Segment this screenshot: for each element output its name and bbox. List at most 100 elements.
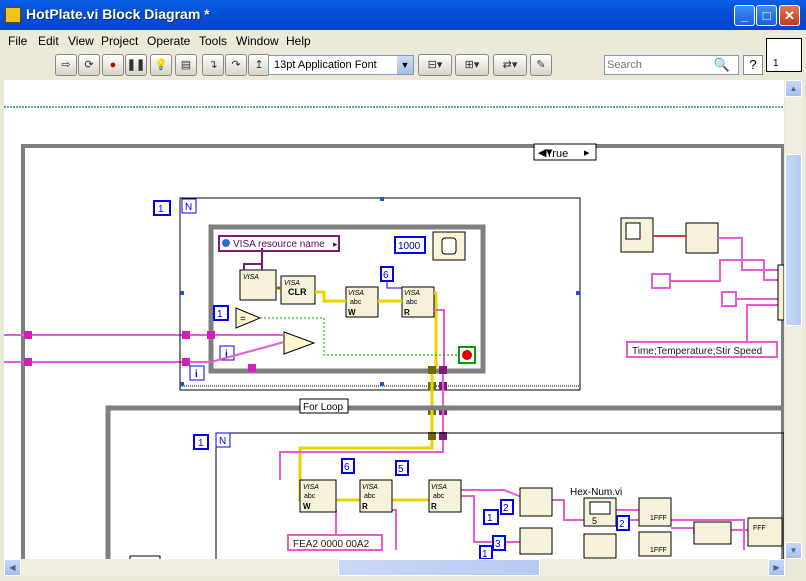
svg-text:VISA: VISA: [348, 290, 364, 297]
svg-text:R: R: [431, 502, 437, 511]
pause-icon[interactable]: ❚❚: [125, 54, 147, 76]
concatenate-strings-icon[interactable]: [777, 264, 784, 321]
svg-text:W: W: [348, 308, 356, 317]
step-into-icon[interactable]: ↴: [202, 54, 224, 76]
step-over-icon[interactable]: ↷: [225, 54, 247, 76]
scroll-left-arrow-icon[interactable]: ◀: [4, 559, 21, 576]
abort-icon[interactable]: ●: [102, 54, 124, 76]
help-icon[interactable]: ?: [743, 55, 763, 75]
svg-text:1FFF: 1FFF: [650, 515, 667, 522]
svg-text:1: 1: [217, 309, 223, 320]
block-diagram-canvas[interactable]: ◀▾ True ▸ 1 N i VISA resource name ▸ 100…: [4, 80, 784, 559]
retain-wire-values-icon[interactable]: ▤: [175, 54, 197, 76]
vertical-scrollbar[interactable]: ▲ ▼: [785, 80, 802, 559]
case-selector-label: True: [546, 148, 568, 160]
svg-text:N: N: [185, 202, 192, 213]
svg-text:Time;Temperature;Stir Speed: Time;Temperature;Stir Speed: [632, 346, 762, 357]
menu-operate[interactable]: Operate: [147, 34, 190, 48]
menu-bar: File Edit View Project Operate Tools Win…: [0, 30, 760, 50]
hex-num-subvi-icon[interactable]: [583, 533, 617, 559]
svg-text:CLR: CLR: [288, 287, 307, 297]
string-subset-icon[interactable]: [519, 487, 553, 517]
search-input[interactable]: [607, 57, 707, 73]
svg-text:1: 1: [482, 549, 488, 559]
svg-text:1FFF: 1FFF: [650, 547, 667, 554]
svg-text:abc: abc: [433, 493, 445, 500]
menu-edit[interactable]: Edit: [38, 34, 59, 48]
svg-text:abc: abc: [304, 493, 316, 500]
horizontal-scroll-thumb[interactable]: [338, 559, 540, 576]
labview-app-icon: [5, 7, 21, 23]
menu-file[interactable]: File: [8, 34, 27, 48]
globe-icon: [222, 239, 230, 247]
cleanup-diagram-icon[interactable]: ✎: [530, 54, 552, 76]
format-date-time-icon[interactable]: [685, 222, 719, 254]
svg-text:FFF: FFF: [753, 525, 766, 532]
menu-tools[interactable]: Tools: [199, 34, 227, 48]
svg-text:FEA2 0000 00A2: FEA2 0000 00A2: [293, 539, 370, 550]
svg-text:VISA: VISA: [243, 274, 259, 281]
svg-text:VISA: VISA: [404, 290, 420, 297]
case-selector[interactable]: ◀▾ True ▸: [533, 143, 597, 161]
svg-text:For Loop: For Loop: [303, 402, 343, 413]
menu-view[interactable]: View: [68, 34, 94, 48]
svg-text:VISA: VISA: [303, 484, 319, 491]
hex-num-label: Hex-Num.vi: [570, 487, 622, 498]
svg-text:6: 6: [344, 462, 350, 473]
svg-text:i: i: [195, 369, 198, 380]
align-objects-icon[interactable]: ⊟▾: [418, 54, 452, 76]
step-out-icon[interactable]: ↥: [248, 54, 270, 76]
menu-project[interactable]: Project: [101, 34, 138, 48]
search-icon[interactable]: 🔍: [714, 57, 730, 73]
svg-text:6: 6: [383, 270, 389, 281]
reorder-icon[interactable]: ⇄▾: [493, 54, 527, 76]
scroll-corner: [785, 559, 802, 576]
select-function-icon[interactable]: [283, 331, 316, 355]
svg-text:▸: ▸: [584, 147, 590, 159]
tab-constant[interactable]: [721, 291, 737, 307]
vertical-scroll-thumb[interactable]: [785, 154, 802, 326]
svg-text:▸: ▸: [333, 239, 338, 249]
scroll-right-arrow-icon[interactable]: ▶: [768, 559, 785, 576]
font-selector[interactable]: 13pt Application Font ▼: [268, 55, 414, 75]
title-bar[interactable]: HotPlate.vi Block Diagram * _ □ ✕: [0, 0, 806, 30]
chevron-down-icon: ▼: [397, 56, 413, 74]
run-continuous-icon[interactable]: ⟳: [78, 54, 100, 76]
svg-text:5: 5: [398, 464, 404, 475]
svg-text:abc: abc: [406, 299, 418, 306]
connector-number: 1: [773, 58, 779, 69]
svg-text:R: R: [404, 308, 410, 317]
maximize-button[interactable]: □: [756, 5, 777, 26]
format-string-icon[interactable]: [747, 517, 783, 547]
run-arrow-icon[interactable]: ⇨: [55, 54, 77, 76]
svg-text:2: 2: [619, 519, 625, 530]
horizontal-scrollbar[interactable]: ◀ ▶: [4, 559, 785, 576]
svg-text:3: 3: [495, 539, 501, 550]
svg-text:W: W: [303, 502, 311, 511]
highlight-execution-icon[interactable]: 💡: [150, 54, 172, 76]
menu-window[interactable]: Window: [236, 34, 279, 48]
svg-text:=: =: [240, 314, 246, 325]
window-title: HotPlate.vi Block Diagram *: [26, 6, 210, 22]
svg-text:VISA: VISA: [431, 484, 447, 491]
build-array-icon[interactable]: [693, 521, 732, 545]
tunnel: [24, 331, 32, 339]
scroll-up-arrow-icon[interactable]: ▲: [785, 80, 802, 97]
font-selector-value: 13pt Application Font: [274, 59, 377, 71]
svg-text:1: 1: [158, 204, 164, 215]
distribute-objects-icon[interactable]: ⊞▾: [455, 54, 489, 76]
menu-help[interactable]: Help: [286, 34, 311, 48]
string-subset-icon[interactable]: [519, 527, 553, 555]
svg-text:abc: abc: [364, 493, 376, 500]
svg-text:1: 1: [198, 438, 204, 449]
empty-string-constant[interactable]: [651, 273, 671, 289]
svg-text:N: N: [219, 436, 226, 447]
labview-window: HotPlate.vi Block Diagram * _ □ ✕ File E…: [0, 0, 806, 581]
search-box[interactable]: 🔍: [604, 55, 739, 75]
connector-pane-icon[interactable]: 1: [766, 38, 802, 72]
minimize-button[interactable]: _: [734, 5, 755, 26]
svg-text:5: 5: [592, 516, 597, 526]
close-button[interactable]: ✕: [779, 5, 800, 26]
svg-text:1: 1: [487, 513, 493, 524]
scroll-down-arrow-icon[interactable]: ▼: [785, 542, 802, 559]
